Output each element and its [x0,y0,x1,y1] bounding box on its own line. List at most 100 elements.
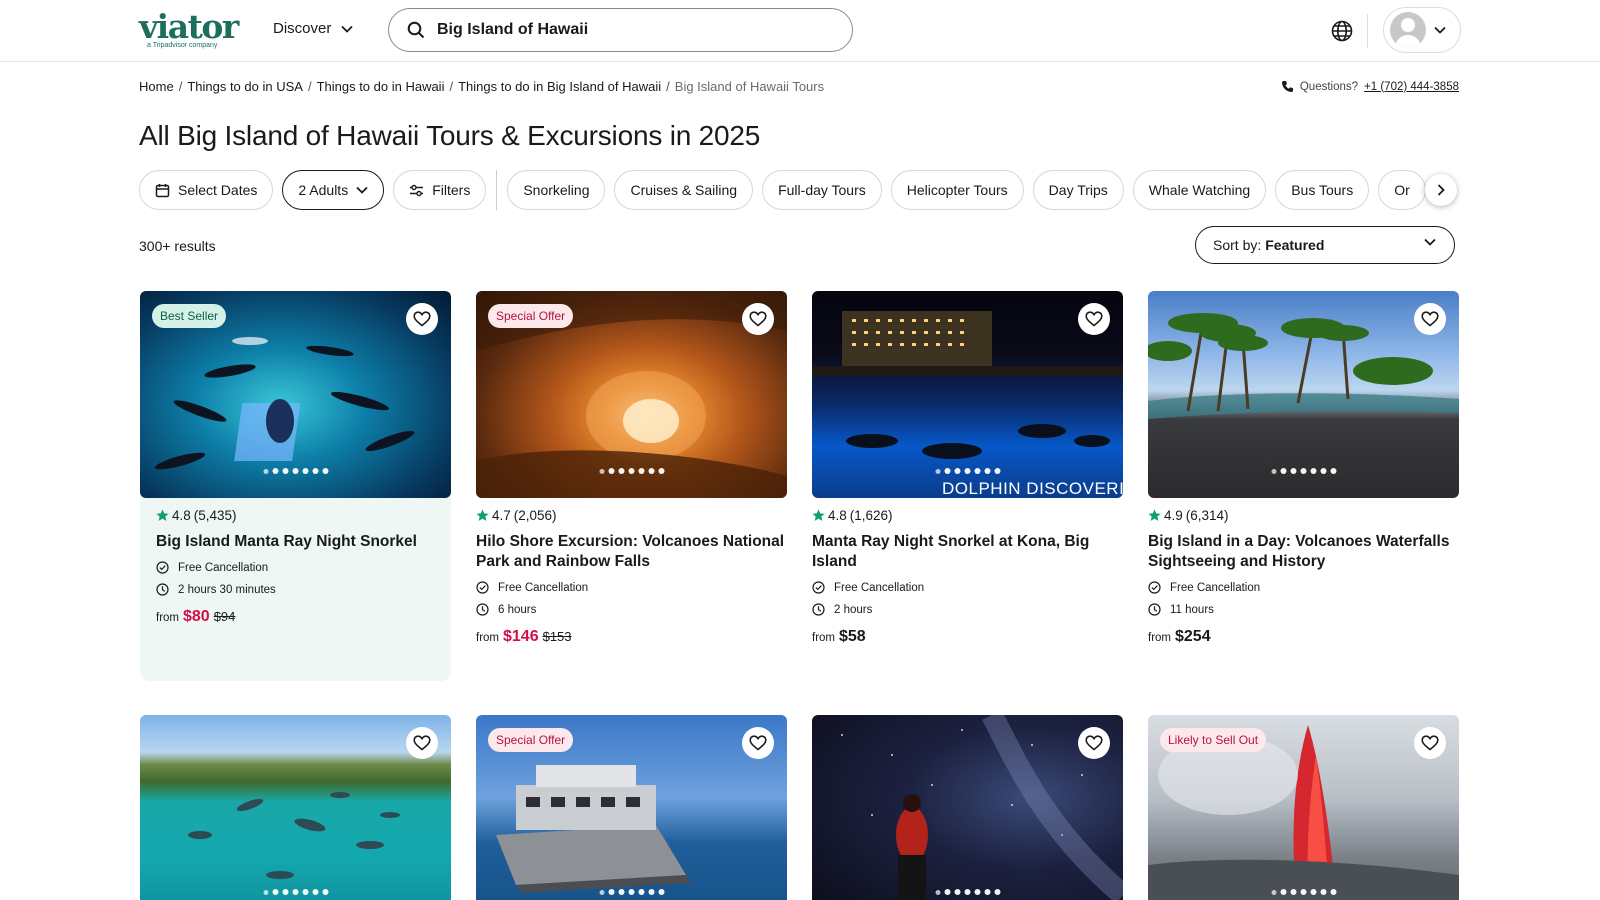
category-chip[interactable]: Full-day Tours [762,170,882,210]
check-circle-icon [156,561,169,574]
image-carousel-dots[interactable] [935,889,1000,895]
review-count: (2,056) [513,508,557,523]
category-chip[interactable]: Cruises & Sailing [614,170,754,210]
phone-number-link[interactable]: +1 (702) 444-3858 [1364,81,1459,93]
image-carousel-dots[interactable] [263,468,328,474]
category-chip[interactable]: Helicopter Tours [890,170,1024,210]
product-card[interactable]: Best Seller 4.8 (5,435) Big Island Manta… [140,291,451,681]
category-chip[interactable]: Day Trips [1032,170,1124,210]
product-card[interactable]: DOLPHIN DISCOVERI 4.8 (1,626) Manta Ray … [812,291,1123,646]
price-from-label: from [1148,632,1171,644]
product-title[interactable]: Manta Ray Night Snorkel at Kona, Big Isl… [812,532,1123,572]
check-circle-icon [812,581,825,594]
product-card[interactable] [812,715,1123,900]
breadcrumb-usa[interactable]: Things to do in USA [187,79,303,94]
phone-icon [1281,81,1293,92]
save-to-wishlist-button[interactable] [742,727,774,759]
logo-wordmark: viator [139,7,239,46]
select-dates-button[interactable]: Select Dates [139,170,274,210]
heart-icon [1421,311,1439,327]
image-carousel-dots[interactable] [263,889,328,895]
feature-text: 6 hours [498,603,537,616]
breadcrumb-big-island[interactable]: Things to do in Big Island of Hawaii [458,79,661,94]
heart-icon [1085,311,1103,327]
product-card[interactable]: Special Offer [476,715,787,900]
search-input[interactable] [437,21,817,39]
duration-feature: 6 hours [476,603,787,616]
chevron-down-icon [1424,238,1436,246]
category-label: Snorkeling [523,182,590,198]
chevron-down-icon [341,25,353,33]
product-card[interactable]: Likely to Sell Out [1148,715,1459,900]
rating-value: 4.9 [1164,508,1183,523]
product-image[interactable]: DOLPHIN DISCOVERI [812,291,1123,498]
save-to-wishlist-button[interactable] [406,303,438,335]
breadcrumb-separator: / [178,79,183,94]
category-label: Bus Tours [1291,182,1354,198]
image-carousel-dots[interactable] [1271,889,1336,895]
rating-value: 4.8 [828,508,847,523]
image-carousel-dots[interactable] [599,889,664,895]
image-carousel-dots[interactable] [599,468,664,474]
globe-icon[interactable] [1330,19,1354,43]
product-image[interactable] [812,715,1123,900]
product-image[interactable] [1148,291,1459,498]
rating-row: 4.8 (1,626) [812,508,1123,523]
results-count: 300+ results [139,238,216,254]
product-card[interactable]: Special Offer 4.7 (2,056) Hilo Shore Exc… [476,291,787,646]
save-to-wishlist-button[interactable] [1414,303,1446,335]
breadcrumb-home[interactable]: Home [139,79,174,94]
save-to-wishlist-button[interactable] [1078,727,1110,759]
product-title[interactable]: Big Island in a Day: Volcanoes Waterfall… [1148,532,1459,572]
category-chip[interactable]: Whale Watching [1132,170,1267,210]
image-carousel-dots[interactable] [1271,468,1336,474]
image-carousel-dots[interactable] [935,468,1000,474]
dolphins-illustration [188,792,400,879]
discover-menu-button[interactable]: Discover [273,20,353,37]
price-row: from $146 $153 [476,628,787,646]
save-to-wishlist-button[interactable] [1078,303,1110,335]
category-chip[interactable]: Or [1378,170,1426,210]
heart-icon [1085,735,1103,751]
avatar [1390,12,1426,48]
sort-label: Sort by: [1213,237,1262,253]
viator-logo[interactable]: viator a Tripadvisor company [139,7,243,50]
breadcrumb-hawaii[interactable]: Things to do in Hawaii [317,79,445,94]
filters-scroll-right-button[interactable] [1425,174,1457,206]
category-label: Helicopter Tours [906,182,1008,198]
product-image[interactable]: Likely to Sell Out [1148,715,1459,900]
image-watermark: DOLPHIN DISCOVERI [942,479,1123,498]
save-to-wishlist-button[interactable] [742,303,774,335]
breadcrumb-separator: / [307,79,312,94]
account-menu-button[interactable] [1383,7,1461,53]
stargazing-illustration [841,715,1123,900]
product-title[interactable]: Hilo Shore Excursion: Volcanoes National… [476,532,787,572]
save-to-wishlist-button[interactable] [406,727,438,759]
product-card[interactable] [140,715,451,900]
product-card[interactable]: 4.9 (6,314) Big Island in a Day: Volcano… [1148,291,1459,646]
price-row: from $58 [812,628,1123,646]
category-chip[interactable]: Snorkeling [507,170,606,210]
price: $58 [839,628,866,645]
filters-button[interactable]: Filters [393,170,487,210]
filter-divider [496,170,498,210]
sale-price: $80 [183,608,210,625]
search-bar[interactable] [388,8,853,52]
search-icon [407,21,425,39]
sort-dropdown[interactable]: Sort by: Featured [1195,226,1455,264]
likely-to-sell-out-badge: Likely to Sell Out [1160,728,1267,752]
night-bay-illustration [812,311,1123,459]
product-title[interactable]: Big Island Manta Ray Night Snorkel [156,532,451,552]
category-chip[interactable]: Bus Tours [1275,170,1370,210]
product-image[interactable]: Special Offer [476,291,787,498]
save-to-wishlist-button[interactable] [1414,727,1446,759]
price-from-label: from [156,612,179,624]
heart-icon [749,311,767,327]
duration-feature: 11 hours [1148,603,1459,616]
travelers-dropdown[interactable]: 2 Adults [282,170,385,210]
rating-row: 4.7 (2,056) [476,508,787,523]
product-image[interactable]: Special Offer [476,715,787,900]
product-image[interactable] [140,715,451,900]
price-row: from $254 [1148,628,1459,646]
product-image[interactable]: Best Seller [140,291,451,498]
